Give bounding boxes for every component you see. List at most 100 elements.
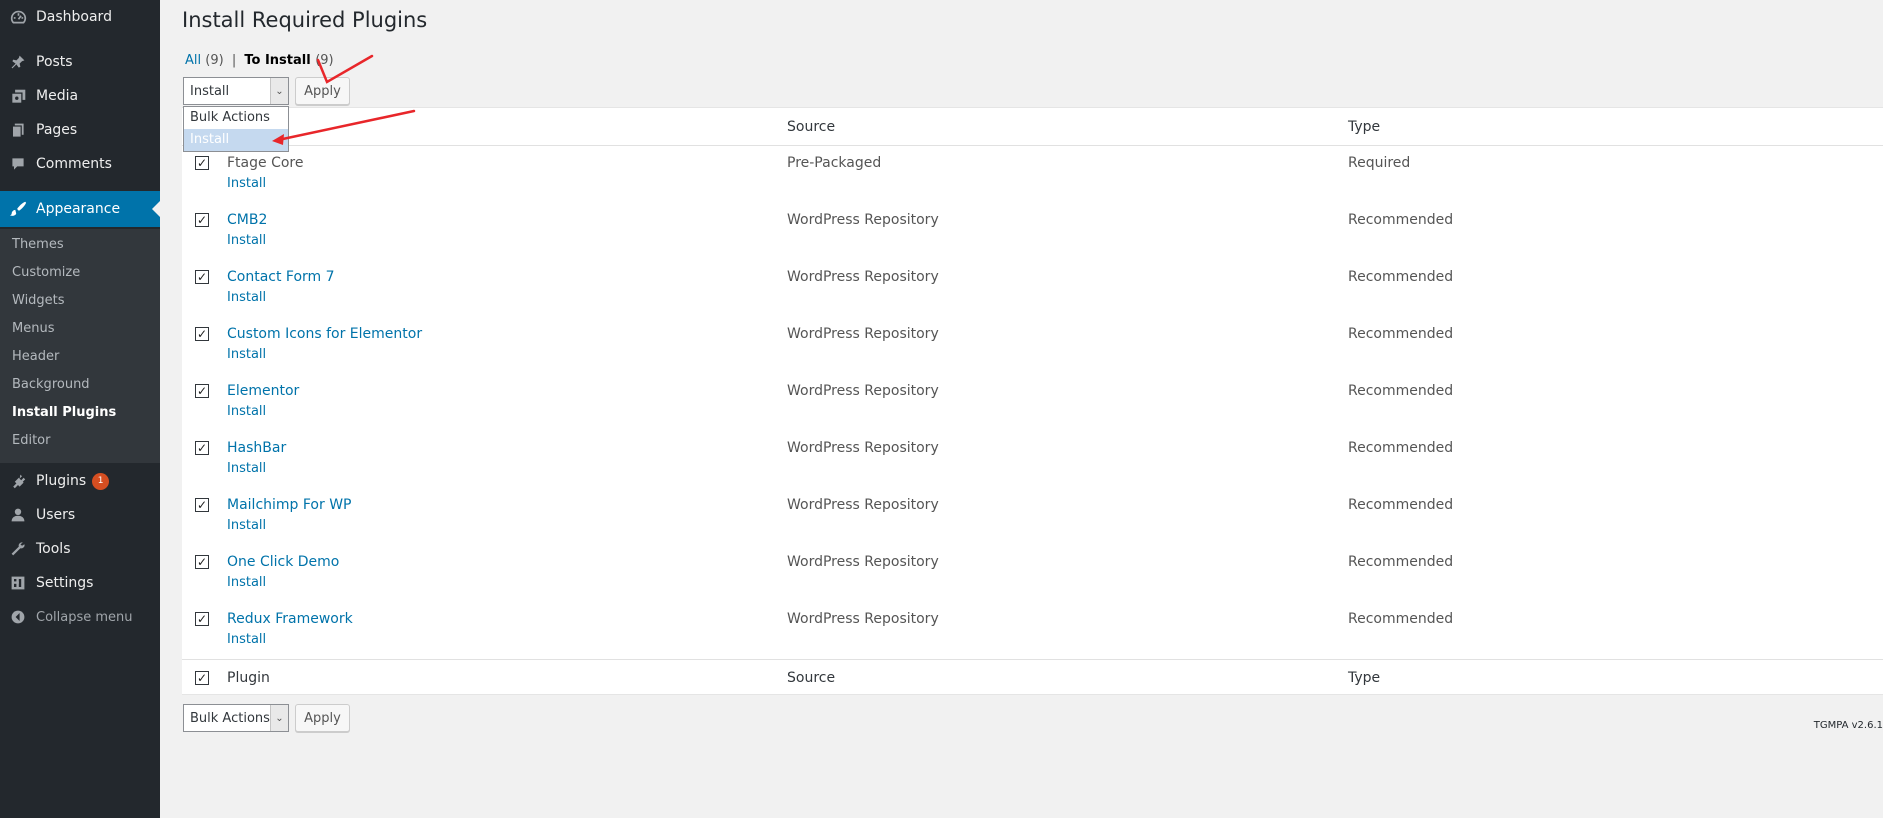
submenu-item-widgets[interactable]: Widgets xyxy=(12,290,65,312)
sidebar-item-posts[interactable]: Posts xyxy=(0,45,160,79)
submenu-item-install-plugins[interactable]: Install Plugins xyxy=(12,402,116,424)
sidebar-item-label: Comments xyxy=(36,156,112,172)
plugin-name[interactable]: Contact Form 7 xyxy=(227,269,335,285)
select-all-checkbox-footer[interactable]: ✓ xyxy=(195,671,209,685)
plugin-name[interactable]: CMB2 xyxy=(227,212,267,228)
sidebar-item-users[interactable]: Users xyxy=(0,498,160,532)
sidebar-item-comments[interactable]: Comments xyxy=(0,147,160,181)
row-checkbox[interactable]: ✓ xyxy=(195,213,209,227)
sidebar-item-label: Users xyxy=(36,507,76,523)
sidebar-item-label: Dashboard xyxy=(36,9,112,25)
collapse-menu-button[interactable]: Collapse menu xyxy=(0,600,160,634)
submenu-item-customize[interactable]: Customize xyxy=(12,262,80,284)
chevron-down-icon: ⌄ xyxy=(270,78,288,104)
apply-button-bottom[interactable]: Apply xyxy=(295,704,350,732)
submenu-item-editor[interactable]: Editor xyxy=(12,430,50,452)
install-link[interactable]: Install xyxy=(227,233,266,248)
plugin-source: WordPress Repository xyxy=(787,269,939,285)
plugin-source: WordPress Repository xyxy=(787,212,939,228)
filter-to-install-link[interactable]: To Install (9) xyxy=(244,53,333,68)
sidebar-item-label: Collapse menu xyxy=(36,609,133,625)
install-link[interactable]: Install xyxy=(227,347,266,362)
pages-icon xyxy=(0,122,36,138)
table-row: ✓ Mailchimp For WP Install WordPress Reposi… xyxy=(182,493,1883,550)
submenu-item-header[interactable]: Header xyxy=(12,346,59,368)
install-link[interactable]: Install xyxy=(227,518,266,533)
plugin-source: WordPress Repository xyxy=(787,497,939,513)
submenu-item-background[interactable]: Background xyxy=(12,374,90,396)
sidebar-item-plugins[interactable]: Plugins 1 xyxy=(0,464,160,498)
column-header-type[interactable]: Type xyxy=(1348,119,1380,135)
row-checkbox[interactable]: ✓ xyxy=(195,270,209,284)
sidebar-item-label: Posts xyxy=(36,54,73,70)
install-link[interactable]: Install xyxy=(227,176,266,191)
sidebar-item-tools[interactable]: Tools xyxy=(0,532,160,566)
bulk-action-select-bottom[interactable]: Bulk Actions ⌄ xyxy=(183,704,289,732)
plugin-type: Recommended xyxy=(1348,554,1454,570)
sidebar-item-appearance[interactable]: Appearance xyxy=(0,191,160,227)
plugin-name[interactable]: Custom Icons for Elementor xyxy=(227,326,422,342)
plugin-source: WordPress Repository xyxy=(787,326,939,342)
sidebar-item-label: Tools xyxy=(36,541,71,557)
plugin-name[interactable]: One Click Demo xyxy=(227,554,339,570)
row-checkbox[interactable]: ✓ xyxy=(195,555,209,569)
row-checkbox[interactable]: ✓ xyxy=(195,156,209,170)
table-row: ✓ Elementor Install WordPress Repository Rec… xyxy=(182,379,1883,436)
filter-all-link[interactable]: All (9) xyxy=(185,53,224,68)
sidebar-item-settings[interactable]: Settings xyxy=(0,566,160,600)
plugin-icon xyxy=(0,473,36,489)
plugin-type: Recommended xyxy=(1348,269,1454,285)
column-header-source[interactable]: Source xyxy=(787,119,835,135)
plugin-type: Recommended xyxy=(1348,383,1454,399)
table-row: ✓ One Click Demo Install WordPress Reposito… xyxy=(182,550,1883,607)
plugin-name: Ftage Core xyxy=(227,155,304,171)
apply-button-top[interactable]: Apply xyxy=(295,77,350,105)
row-checkbox[interactable]: ✓ xyxy=(195,384,209,398)
install-link[interactable]: Install xyxy=(227,290,266,305)
install-link[interactable]: Install xyxy=(227,404,266,419)
row-checkbox[interactable]: ✓ xyxy=(195,327,209,341)
bulk-action-select-top[interactable]: Install ⌄ xyxy=(183,77,289,105)
dashboard-icon xyxy=(0,9,36,26)
filter-all-label: All xyxy=(185,53,202,68)
plugin-name[interactable]: Redux Framework xyxy=(227,611,353,627)
sidebar-item-label: Appearance xyxy=(36,201,121,217)
dropdown-option-install[interactable]: Install xyxy=(184,129,288,151)
wrench-icon xyxy=(0,541,36,557)
table-row: ✓ Custom Icons for Elementor Install WordPr… xyxy=(182,322,1883,379)
page-title: Install Required Plugins xyxy=(182,8,428,32)
install-link[interactable]: Install xyxy=(227,461,266,476)
plugin-name[interactable]: Elementor xyxy=(227,383,299,399)
media-icon xyxy=(0,88,36,105)
column-footer-source: Source xyxy=(787,670,836,686)
paintbrush-icon xyxy=(0,200,36,218)
plugin-name[interactable]: Mailchimp For WP xyxy=(227,497,351,513)
row-checkbox[interactable]: ✓ xyxy=(195,498,209,512)
plugin-type: Recommended xyxy=(1348,326,1454,342)
table-row: ✓ Redux Framework Install WordPress Reposit… xyxy=(182,607,1883,664)
sidebar-item-media[interactable]: Media xyxy=(0,79,160,113)
table-row: ✓ HashBar Install WordPress Repository Recom… xyxy=(182,436,1883,493)
chevron-down-icon: ⌄ xyxy=(270,705,288,731)
filter-to-install-count: (9) xyxy=(315,53,334,68)
install-link[interactable]: Install xyxy=(227,632,266,647)
update-count-badge: 1 xyxy=(92,472,110,490)
sidebar-item-pages[interactable]: Pages xyxy=(0,113,160,147)
bulk-action-dropdown: Bulk Actions Install xyxy=(183,106,289,152)
version-label: TGMPA v2.6.1 xyxy=(1813,720,1883,731)
sidebar-item-label: Pages xyxy=(36,122,78,138)
plugin-name[interactable]: HashBar xyxy=(227,440,286,456)
plugins-table: Source Type ✓ Ftage Core Install Pre-Packag… xyxy=(182,107,1883,695)
row-checkbox[interactable]: ✓ xyxy=(195,612,209,626)
footer-divider xyxy=(182,659,1883,660)
settings-icon xyxy=(0,575,36,591)
sidebar-item-label: Media xyxy=(36,88,79,104)
plugin-type: Required xyxy=(1348,155,1411,171)
dropdown-option-bulk-actions[interactable]: Bulk Actions xyxy=(184,107,288,129)
filter-to-install-label: To Install xyxy=(244,53,311,68)
submenu-item-menus[interactable]: Menus xyxy=(12,318,54,340)
install-link[interactable]: Install xyxy=(227,575,266,590)
submenu-item-themes[interactable]: Themes xyxy=(12,234,64,256)
row-checkbox[interactable]: ✓ xyxy=(195,441,209,455)
sidebar-item-dashboard[interactable]: Dashboard xyxy=(0,0,160,34)
